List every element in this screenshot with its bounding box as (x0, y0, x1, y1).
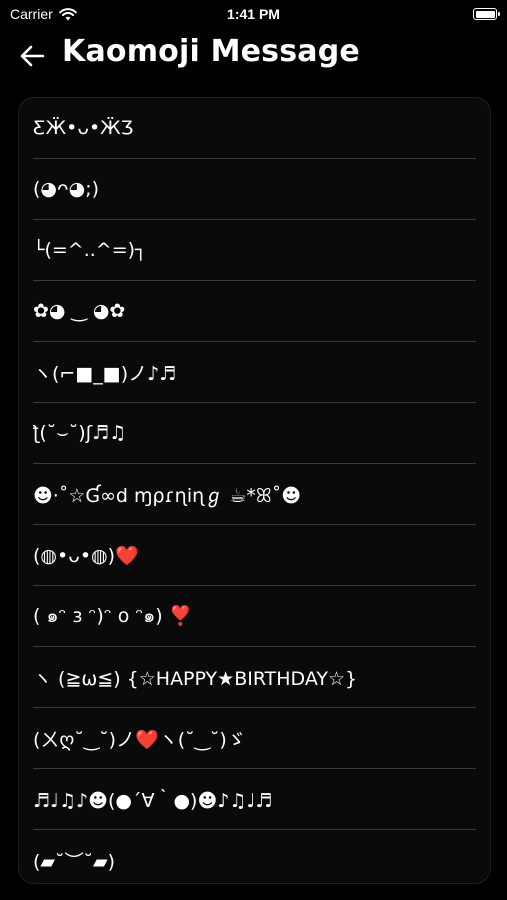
kaomoji-text: ♬♩♫♪☻(●´∀｀●)☻♪♫♩♬ (33, 789, 273, 812)
kaomoji-text: (◍•ᴗ•◍)❤️ (33, 544, 139, 567)
page-title: Kaomoji Message (62, 34, 360, 69)
kaomoji-item[interactable]: (ㄨღ˘‿˘)ノ❤️ヽ(˘‿˘)ゞ (33, 708, 476, 769)
kaomoji-item[interactable]: (◍•ᴗ•◍)❤️ (33, 525, 476, 586)
kaomoji-text: ☻·˚☆Ɠ∞d ɱρɾɳiɳℊ ☕*ꕤ˚☻ (33, 484, 302, 507)
kaomoji-text: ƪ(˘⌣˘)ʃ♬♫ (33, 422, 127, 444)
kaomoji-text: ヽ(⌐■_■)ノ♪♬ (33, 362, 177, 385)
kaomoji-text: ✿◕ ‿ ◕✿ (33, 300, 126, 322)
battery-icon (473, 8, 500, 20)
kaomoji-text: ヽ (≧ω≦) {☆HAPPY★BIRTHDAY☆} (33, 667, 358, 690)
kaomoji-item[interactable]: ヽ (≧ω≦) {☆HAPPY★BIRTHDAY☆} (33, 647, 476, 708)
back-button[interactable] (14, 38, 50, 74)
kaomoji-text: (ㄨღ˘‿˘)ノ❤️ヽ(˘‿˘)ゞ (33, 728, 246, 751)
kaomoji-text: (◕ᴖ◕;) (33, 178, 100, 200)
status-bar: Carrier 1:41 PM (0, 0, 507, 30)
kaomoji-list: ƸӜ•ᴗ•ӜƷ (◕ᴖ◕;) └(=^..^=)┐ ✿◕ ‿ ◕✿ ヽ(⌐■_■… (19, 98, 490, 883)
kaomoji-item[interactable]: ( ๑ᵔ з ᵔ)ᵔ о ᵔ๑) ❣️ (33, 586, 476, 647)
kaomoji-list-card: ƸӜ•ᴗ•ӜƷ (◕ᴖ◕;) └(=^..^=)┐ ✿◕ ‿ ◕✿ ヽ(⌐■_■… (18, 97, 491, 884)
kaomoji-item[interactable]: (▰˘︶˘▰) (33, 830, 476, 883)
kaomoji-item[interactable]: ƸӜ•ᴗ•ӜƷ (33, 98, 476, 159)
kaomoji-text: └(=^..^=)┐ (33, 239, 147, 261)
kaomoji-item[interactable]: ヽ(⌐■_■)ノ♪♬ (33, 342, 476, 403)
kaomoji-item[interactable]: ✿◕ ‿ ◕✿ (33, 281, 476, 342)
kaomoji-text: ƸӜ•ᴗ•ӜƷ (33, 117, 134, 139)
arrow-left-icon (20, 45, 45, 67)
kaomoji-item[interactable]: ♬♩♫♪☻(●´∀｀●)☻♪♫♩♬ (33, 769, 476, 830)
kaomoji-item[interactable]: ☻·˚☆Ɠ∞d ɱρɾɳiɳℊ ☕*ꕤ˚☻ (33, 464, 476, 525)
header: Kaomoji Message (0, 30, 507, 80)
kaomoji-item[interactable]: └(=^..^=)┐ (33, 220, 476, 281)
kaomoji-text: (▰˘︶˘▰) (33, 851, 116, 873)
kaomoji-text: ( ๑ᵔ з ᵔ)ᵔ о ᵔ๑) ❣️ (33, 605, 193, 627)
kaomoji-item[interactable]: (◕ᴖ◕;) (33, 159, 476, 220)
status-time: 1:41 PM (227, 6, 280, 22)
kaomoji-item[interactable]: ƪ(˘⌣˘)ʃ♬♫ (33, 403, 476, 464)
